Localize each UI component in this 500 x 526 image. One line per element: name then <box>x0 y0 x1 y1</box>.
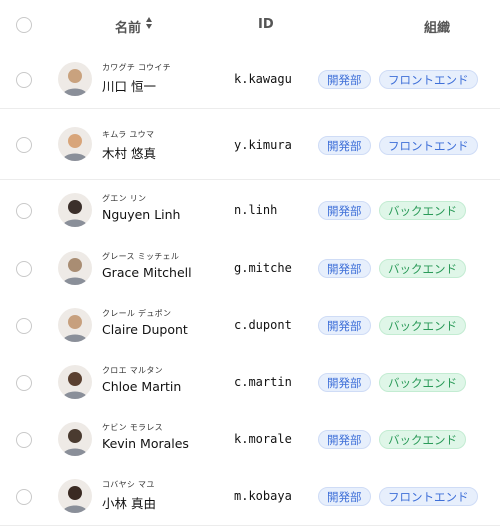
column-header-id: ID <box>258 17 274 32</box>
column-header-name[interactable]: 名前 <box>115 17 141 36</box>
row-checkbox[interactable] <box>16 489 32 505</box>
member-name-kana: カワグチ コウイチ <box>102 63 171 72</box>
department-tag: 開発部 <box>318 487 371 506</box>
avatar <box>58 62 92 96</box>
team-tag: バックエンド <box>379 373 466 392</box>
row-checkbox[interactable] <box>16 318 32 334</box>
team-tag: フロントエンド <box>379 487 478 506</box>
member-name-kana: コバヤシ マユ <box>102 480 155 489</box>
member-id: m.kobaya <box>234 489 292 503</box>
row-checkbox[interactable] <box>16 72 32 88</box>
avatar <box>58 251 92 285</box>
member-name[interactable]: 川口 恒一 <box>102 76 156 95</box>
department-tag: 開発部 <box>318 259 371 278</box>
member-name[interactable]: 木村 悠真 <box>102 143 156 162</box>
department-tag: 開発部 <box>318 201 371 220</box>
member-name-kana: グレース ミッチェル <box>102 252 180 261</box>
department-tag: 開発部 <box>318 316 371 335</box>
avatar <box>58 127 92 161</box>
member-name[interactable]: Claire Dupont <box>102 322 188 337</box>
member-id: c.martin <box>234 375 292 389</box>
table-row[interactable]: ケビン モラレス Kevin Morales k.morale 開発部 バックエ… <box>0 410 500 469</box>
avatar <box>58 308 92 342</box>
avatar <box>58 422 92 456</box>
member-name-kana: キムラ ユウマ <box>102 130 155 139</box>
member-id: y.kimura <box>234 138 292 152</box>
column-header-org: 組織 <box>424 21 451 36</box>
team-tag: フロントエンド <box>379 136 478 155</box>
row-checkbox[interactable] <box>16 375 32 391</box>
table-row[interactable]: グレース ミッチェル Grace Mitchell g.mitche 開発部 バ… <box>0 239 500 298</box>
department-tag: 開発部 <box>318 430 371 449</box>
member-name[interactable]: Grace Mitchell <box>102 265 192 280</box>
member-name[interactable]: Kevin Morales <box>102 436 189 451</box>
member-name-kana: ケビン モラレス <box>102 423 163 432</box>
avatar <box>58 193 92 227</box>
department-tag: 開発部 <box>318 373 371 392</box>
team-tag: バックエンド <box>379 430 466 449</box>
member-name[interactable]: 小林 真由 <box>102 493 156 512</box>
member-id: c.dupont <box>234 318 292 332</box>
table-row[interactable]: カワグチ コウイチ 川口 恒一 k.kawagu 開発部 フロントエンド <box>0 50 500 109</box>
table-row[interactable]: クロエ マルタン Chloe Martin c.martin 開発部 バックエン… <box>0 353 500 412</box>
team-tag: バックエンド <box>379 259 466 278</box>
member-id: k.kawagu <box>234 72 292 86</box>
team-tag: フロントエンド <box>379 70 478 89</box>
table-row[interactable]: コバヤシ マユ 小林 真由 m.kobaya 開発部 フロントエンド <box>0 467 500 526</box>
row-checkbox[interactable] <box>16 137 32 153</box>
table-row[interactable]: キムラ ユウマ 木村 悠真 y.kimura 開発部 フロントエンド <box>0 109 500 180</box>
row-checkbox[interactable] <box>16 261 32 277</box>
member-name[interactable]: Nguyen Linh <box>102 207 180 222</box>
member-id: g.mitche <box>234 261 292 275</box>
table-row[interactable]: クレール デュポン Claire Dupont c.dupont 開発部 バック… <box>0 296 500 355</box>
member-name-kana: グエン リン <box>102 194 147 203</box>
select-all-checkbox[interactable] <box>16 17 32 33</box>
department-tag: 開発部 <box>318 70 371 89</box>
member-id: k.morale <box>234 432 292 446</box>
row-checkbox[interactable] <box>16 432 32 448</box>
avatar <box>58 365 92 399</box>
row-checkbox[interactable] <box>16 203 32 219</box>
avatar <box>58 479 92 513</box>
member-id: n.linh <box>234 203 278 217</box>
sort-icon[interactable] <box>145 15 153 31</box>
table-row[interactable]: グエン リン Nguyen Linh n.linh 開発部 バックエンド <box>0 181 500 240</box>
member-name[interactable]: Chloe Martin <box>102 379 181 394</box>
team-tag: バックエンド <box>379 201 466 220</box>
department-tag: 開発部 <box>318 136 371 155</box>
table-header: 名前 ID 組織 <box>0 0 500 51</box>
member-name-kana: クレール デュポン <box>102 309 172 318</box>
member-name-kana: クロエ マルタン <box>102 366 163 375</box>
team-tag: バックエンド <box>379 316 466 335</box>
